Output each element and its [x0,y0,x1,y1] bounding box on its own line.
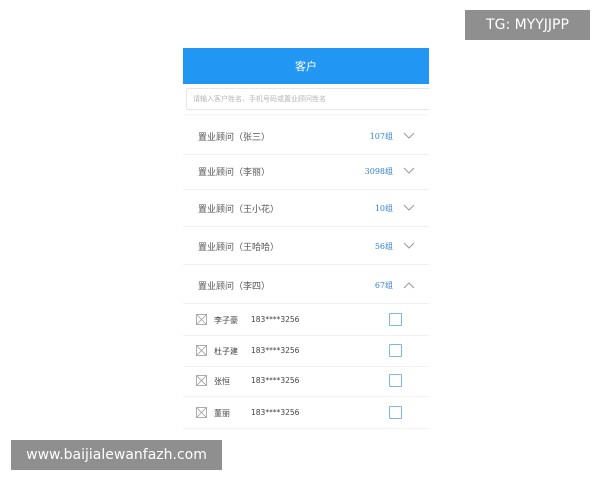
advisor-group-count: 10组 [374,203,393,213]
advisor-group-label: 置业顾问（李四） [198,281,271,292]
advisor-group-zhangsan[interactable]: 置业顾问（张三） 107组 [183,118,429,155]
advisor-group-count: 107组 [369,131,393,141]
customer-name: 张恒 [214,377,230,386]
advisor-group-lisi[interactable]: 置业顾问（李四） 67组 [183,267,429,304]
customer-row[interactable]: 张恒 183****3256 [183,366,429,397]
customer-app: 客户 置业顾问（张三） 107组 置业顾问（李丽） 3098组 置业顾问（王小花… [183,48,429,433]
chevron-down-icon[interactable] [403,204,415,212]
customer-row[interactable]: 李子豪 183****3256 [183,305,429,336]
advisor-group-label: 置业顾问（李丽） [198,167,271,178]
customer-phone: 183****3256 [251,315,300,324]
advisor-group-lili[interactable]: 置业顾问（李丽） 3098组 [183,153,429,190]
chevron-down-icon[interactable] [403,167,415,175]
page-title: 客户 [295,60,317,73]
customer-name: 董丽 [214,409,230,418]
select-checkbox[interactable] [389,406,402,419]
select-checkbox[interactable] [389,374,402,387]
image-placeholder-icon [196,345,207,356]
advisor-group-count: 56组 [374,241,393,251]
chevron-down-icon[interactable] [403,132,415,140]
select-checkbox[interactable] [389,344,402,357]
customer-row[interactable]: 董丽 183****3256 [183,398,429,429]
customer-phone: 183****3256 [251,346,300,355]
customer-row[interactable]: 杜子建 183****3256 [183,336,429,367]
advisor-group-count: 67组 [374,280,393,290]
customer-name: 李子豪 [214,316,238,325]
advisor-group-wangxiaohua[interactable]: 置业顾问（王小花） 10组 [183,190,429,227]
advisor-group-count: 3098组 [364,166,393,176]
watermark-telegram: TG: MYYJJPP [465,10,590,40]
customer-phone: 183****3256 [251,408,300,417]
watermark-website: www.baijialewanfazh.com [11,440,222,470]
select-checkbox[interactable] [389,313,402,326]
search-input[interactable] [186,88,429,110]
chevron-down-icon[interactable] [403,242,415,250]
image-placeholder-icon [196,375,207,386]
app-header: 客户 [183,48,429,84]
customer-name: 杜子建 [214,347,238,356]
image-placeholder-icon [196,314,207,325]
advisor-group-label: 置业顾问（王哈哈） [198,242,280,253]
advisor-group-label: 置业顾问（张三） [198,132,271,143]
customer-phone: 183****3256 [251,376,300,385]
advisor-group-label: 置业顾问（王小花） [198,204,280,215]
page: TG: MYYJJPP 客户 置业顾问（张三） 107组 置业顾问（李丽） 30… [0,0,600,480]
search-bar [183,84,429,114]
image-placeholder-icon [196,407,207,418]
chevron-up-icon[interactable] [403,281,415,289]
advisor-group-wanghaha[interactable]: 置业顾问（王哈哈） 56组 [183,228,429,265]
